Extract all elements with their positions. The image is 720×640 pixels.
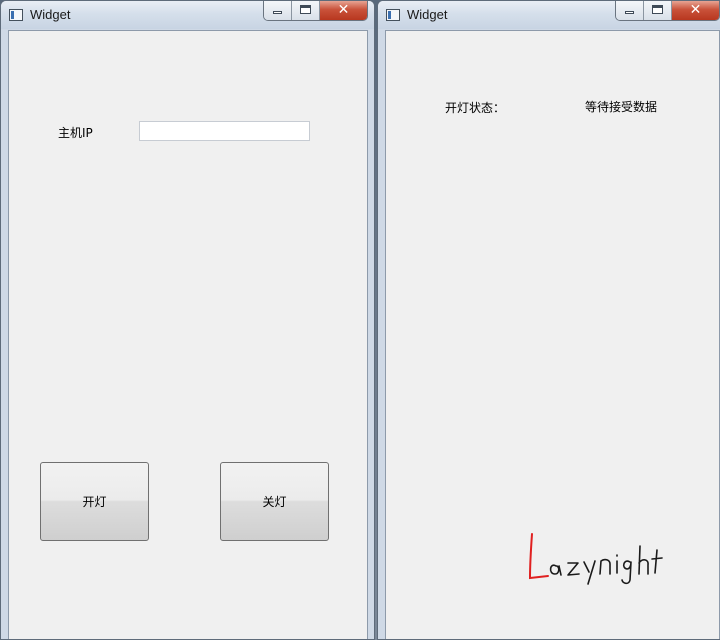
left-window-title: Widget bbox=[30, 7, 71, 22]
left-minimize-button[interactable] bbox=[264, 1, 292, 20]
minimize-icon bbox=[625, 11, 634, 14]
right-widget-window: Widget ✕ 开灯状态： 等待接受数据 bbox=[377, 0, 720, 640]
left-caption-buttons: ✕ bbox=[263, 1, 368, 21]
window-app-icon bbox=[386, 9, 400, 21]
right-caption-buttons: ✕ bbox=[615, 1, 720, 21]
light-off-button[interactable]: 关灯 bbox=[220, 462, 329, 541]
host-ip-input[interactable] bbox=[139, 121, 310, 141]
right-client-area: 开灯状态： 等待接受数据 bbox=[385, 30, 720, 639]
maximize-icon bbox=[652, 5, 663, 14]
lazynight-signature bbox=[528, 533, 663, 585]
right-maximize-button[interactable] bbox=[644, 1, 672, 20]
right-minimize-button[interactable] bbox=[616, 1, 644, 20]
left-close-button[interactable]: ✕ bbox=[320, 1, 367, 20]
minimize-icon bbox=[273, 11, 282, 14]
left-title-bar[interactable]: Widget ✕ bbox=[1, 1, 374, 29]
light-status-value: 等待接受数据 bbox=[585, 100, 658, 114]
left-widget-window: Widget ✕ 主机IP 开灯 关灯 bbox=[0, 0, 375, 640]
close-icon: ✕ bbox=[689, 2, 702, 18]
host-ip-label: 主机IP bbox=[58, 126, 93, 140]
close-icon: ✕ bbox=[337, 2, 350, 18]
light-on-button[interactable]: 开灯 bbox=[40, 462, 149, 541]
desktop: Widget ✕ 主机IP 开灯 关灯 Widget ✕ 开灯状态： 等待接受数… bbox=[0, 0, 720, 640]
right-close-button[interactable]: ✕ bbox=[672, 1, 719, 20]
right-window-title: Widget bbox=[407, 7, 448, 22]
left-maximize-button[interactable] bbox=[292, 1, 320, 20]
left-client-area: 主机IP 开灯 关灯 bbox=[8, 30, 368, 639]
right-title-bar[interactable]: Widget ✕ bbox=[378, 1, 720, 29]
maximize-icon bbox=[300, 5, 311, 14]
light-status-label: 开灯状态： bbox=[445, 101, 506, 115]
window-app-icon bbox=[9, 9, 23, 21]
